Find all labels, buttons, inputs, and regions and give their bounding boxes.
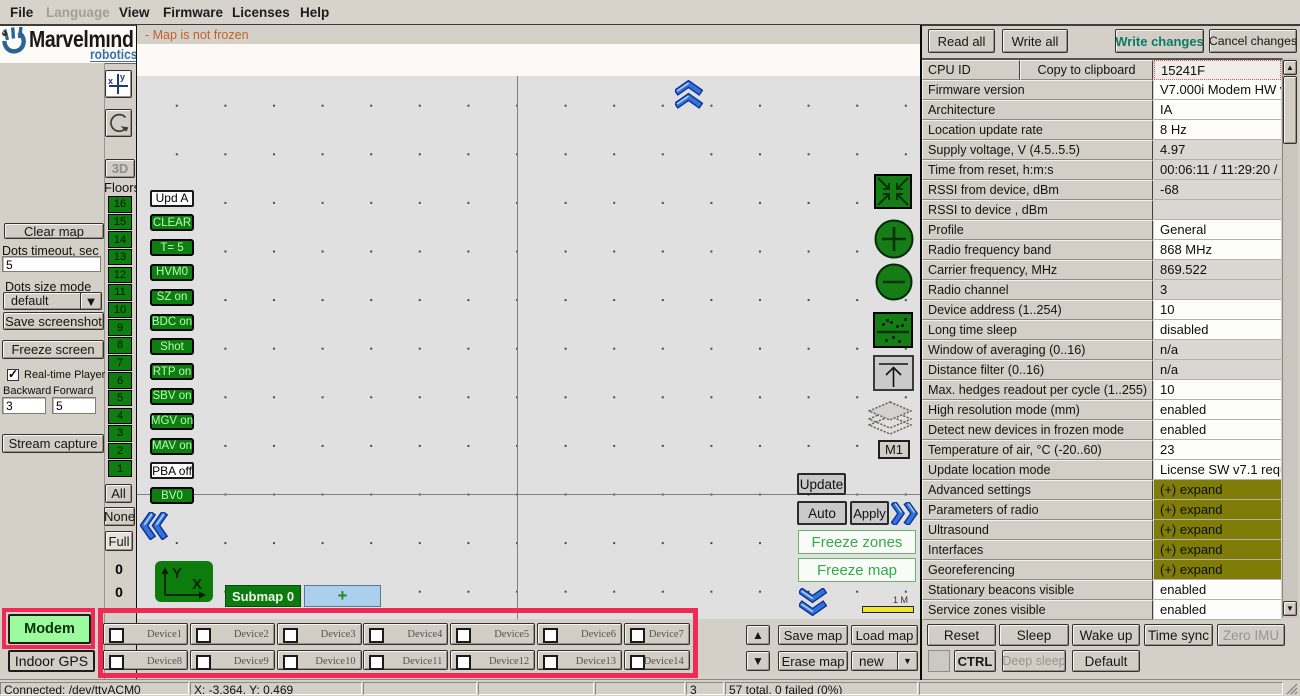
svg-text:X: X [192,576,202,593]
svg-text:Y: Y [172,565,182,582]
svg-text:x: x [108,76,113,86]
svg-text:y: y [120,72,125,82]
